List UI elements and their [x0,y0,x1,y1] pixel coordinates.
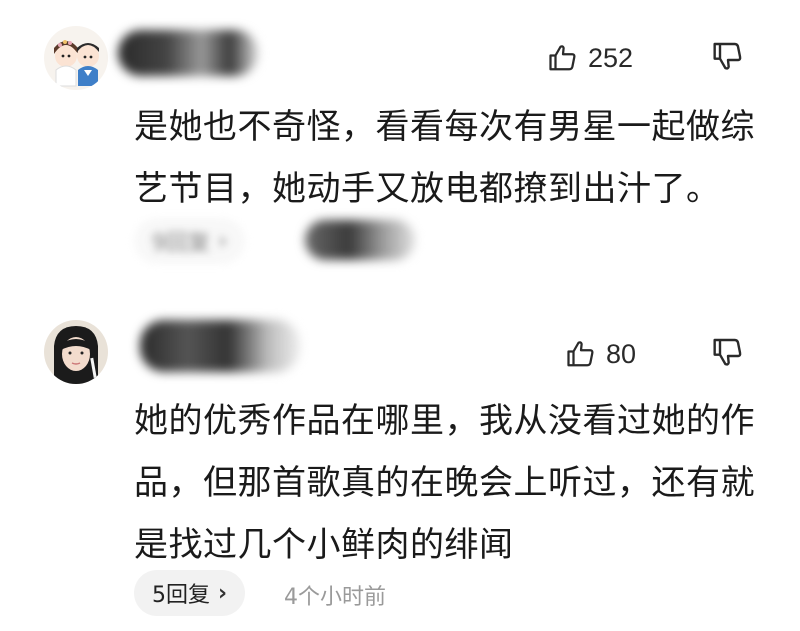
comment-text: 她的优秀作品在哪里，我从没看过她的作 品，但那首歌真的在晚会上听过，还有就 是找… [134,390,774,576]
thumbs-down-icon [713,42,742,70]
avatar-image [44,26,108,90]
thumbs-up-icon [567,341,594,367]
avatar[interactable] [44,26,108,90]
dislike-button[interactable] [712,40,752,80]
avatar-image [44,320,108,384]
like-count: 80 [606,338,637,369]
timestamp-redacted [305,220,415,260]
like-count: 252 [588,42,634,73]
comment-line: 是她也不奇怪，看看每次有男星一起做综 [134,107,755,147]
chevron-right-icon: › [218,580,228,606]
comment-line: 是找过几个小鲜肉的绯闻 [134,525,514,565]
username-redacted[interactable] [118,30,258,76]
comment-text: 是她也不奇怪，看看每次有男星一起做综 艺节目，她动手又放电都撩到出汁了。 [134,96,774,220]
like-button[interactable]: 80 [566,334,636,374]
thumbs-down-icon [713,338,742,366]
chevron-right-icon: › [218,228,228,254]
comment-line: 她的优秀作品在哪里，我从没看过她的作 [134,401,755,441]
timestamp: 4个小时前 [284,585,386,610]
replies-button[interactable]: 5回复 › [134,570,246,616]
replies-label: 9回复 [152,231,210,256]
comment-1: 252 是她也不奇怪，看看每次有男星一起做综 艺节目，她动手又放电都撩到出汁了。… [0,0,800,300]
replies-button[interactable]: 9回复 › [134,218,246,264]
replies-label: 5回复 [152,583,210,608]
comment-line: 艺节目，她动手又放电都撩到出汁了。 [134,169,721,209]
username-redacted[interactable] [140,320,300,372]
dislike-button[interactable] [712,336,752,376]
thumbs-up-icon [549,45,576,71]
avatar[interactable] [44,320,108,384]
comment-line: 品，但那首歌真的在晚会上听过，还有就 [134,463,755,503]
comment-2: 80 她的优秀作品在哪里，我从没看过她的作 品，但那首歌真的在晚会上听过，还有就… [0,300,800,631]
like-button[interactable]: 252 [548,38,633,78]
